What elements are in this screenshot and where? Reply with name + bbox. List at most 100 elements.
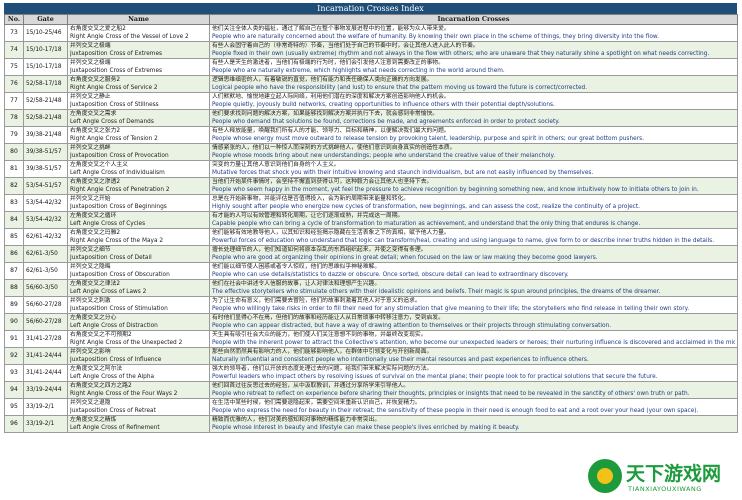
row-gate: 31/41-27/28 xyxy=(23,330,68,348)
row-name-zh: 左角度交叉之需求 xyxy=(70,111,117,117)
row-description-en: People who are good at organizing their … xyxy=(212,255,598,261)
row-name-en: Juxtaposition Cross of Retreat xyxy=(70,408,156,414)
row-name-cell: 右角度交叉之玛雅2 Right Angle Cross of the Maya 2 xyxy=(67,228,210,246)
table-row: 80 39/38-51/57 并列交叉之挑衅 Juxtaposition Cross … xyxy=(4,143,738,161)
row-name-cell: 并列交叉之退隐 Juxtaposition Cross of Retreat xyxy=(67,398,210,416)
row-description-cell: 有些人是天生的激进者，当他们有极端的行为时，他们会引发他人注意到需要改正的事物。… xyxy=(209,58,738,76)
row-description-cell: 他们要求找到问题的解决方案，如果能够找到解决方案并执行下去，就会感到非常愉快。 P… xyxy=(209,109,738,127)
row-gate: 53/54-51/57 xyxy=(23,177,68,195)
row-description-cell: 他们回首过往反思过去的经验，从中汲取教训，并通过分享所学来引导他人。 People… xyxy=(209,381,738,399)
row-name-en: Juxtaposition Cross of Extremes xyxy=(70,51,163,57)
row-description-zh: 擅长处理细节的人，他们知道如何将原本杂乱的东西组织起来，并使之变得有条理。 xyxy=(212,247,427,253)
row-description-zh: 天生具有吸引社会大众的能力，他们使人们关注意想不到的事物，并最终改变现实。 xyxy=(212,332,427,338)
row-description-cell: 他们在社会中讲述令人信服的故事，让人对律法和理想产生兴趣。 The effecti… xyxy=(209,279,738,297)
row-name-zh: 右角度交叉之爱之船2 xyxy=(70,26,126,32)
row-name-cell: 并列交叉之影响 Juxtaposition Cross of Influence xyxy=(67,347,210,365)
row-description-zh: 当他们开始某件事情时，会坚持不懈直到获得认可，这种毅力会让其他人也坚持下去。 xyxy=(212,179,433,185)
row-description-zh: 他们要求找到问题的解决方案，如果能够找到解决方案并执行下去，就会感到非常愉快。 xyxy=(212,111,439,117)
row-number: 74 xyxy=(4,41,24,59)
table-row: 92 31/41-24/44 并列交叉之影响 Juxtaposition Cross … xyxy=(4,347,738,365)
row-number: 89 xyxy=(4,296,24,314)
row-description-cell: 突变的力量让其他人意识到他们自身的个人主义。 Mutative forces th… xyxy=(209,160,738,178)
row-description-en: People who can appear distracted, but ha… xyxy=(212,323,612,329)
row-name-cell: 右角度交叉之张力2 Right Angle Cross of Tension 2 xyxy=(67,126,210,144)
row-gate: 15/10-17/18 xyxy=(23,41,68,59)
row-description-en: People whose interest in beauty and life… xyxy=(212,425,520,431)
row-name-zh: 左角度交叉之循环 xyxy=(70,213,117,219)
row-description-en: People who retreat to reflect on experie… xyxy=(212,391,690,397)
row-description-en: People who express the need for beauty i… xyxy=(212,408,699,414)
row-name-cell: 右角度交叉之爱之船2 Right Angle Cross of the Vesse… xyxy=(67,24,210,42)
row-gate: 53/54-42/32 xyxy=(23,194,68,212)
row-number: 79 xyxy=(4,126,24,144)
row-name-en: Left Angle Cross of Cycles xyxy=(70,221,146,227)
row-description-zh: 有时他们显得心不在焉，但他们的故事和经历能让人从日常琐事中转移注意力，受到启发。 xyxy=(212,315,444,321)
row-description-cell: 擅长处理细节的人，他们知道如何将原本杂乱的东西组织起来，并使之变得有条理。 Peo… xyxy=(209,245,738,263)
row-description-cell: 在生活中某些时候，他们需要退隐起来，需要空间来重新认识自己，并恢复精力。 Peop… xyxy=(209,398,738,416)
row-number: 91 xyxy=(4,330,24,348)
row-description-cell: 他们能以细节使人困惑或者令人惊叹，他们的思维似乎神秘难解。 People who … xyxy=(209,262,738,280)
table-row: 79 39/38-21/48 右角度交叉之张力2 Right Angle Cross … xyxy=(4,126,738,144)
column-header-gate: Gate xyxy=(23,14,68,25)
row-number: 84 xyxy=(4,211,24,229)
table-row: 82 53/54-51/57 右角度交叉之渗透2 Right Angle Cross … xyxy=(4,177,738,195)
table-row: 96 33/19-2/1 左角度交叉之精炼 Left Angle Cross of R… xyxy=(4,415,738,433)
row-gate: 33/19-2/1 xyxy=(23,398,68,416)
row-description-en: People quietly, joyously build networks,… xyxy=(212,102,555,108)
row-name-en: Juxtaposition Cross of Extremes xyxy=(70,68,163,74)
row-gate: 39/38-21/48 xyxy=(23,126,68,144)
row-number: 82 xyxy=(4,177,24,195)
row-name-en: Juxtaposition Cross of Obscuration xyxy=(70,272,170,278)
row-name-zh: 左角度交叉之个人主义 xyxy=(70,162,128,168)
row-name-cell: 并列交叉之静止 Juxtaposition Cross of Stillness xyxy=(67,92,210,110)
row-description-cell: 天生具有吸引社会大众的能力，他们使人们关注意想不到的事物，并最终改变现实。 Peo… xyxy=(209,330,738,348)
row-name-cell: 右角度交叉之四方之路2 Right Angle Cross of the Four… xyxy=(67,381,210,399)
row-name-cell: 右角度交叉之不可预期2 Right Angle Cross of the Unex… xyxy=(67,330,210,348)
row-description-zh: 他们能以细节使人困惑或者令人惊叹，他们的思维似乎神秘难解。 xyxy=(212,264,381,270)
row-description-en: People who are naturally extreme, which … xyxy=(212,68,505,74)
table-row: 86 62/61-3/50 并列交叉之细节 Juxtaposition Cross o… xyxy=(4,245,738,263)
row-description-en: Powerful leaders who impact others by re… xyxy=(212,374,658,380)
table-header-row: No. Gate Name Incarnation Crosses xyxy=(4,14,738,25)
row-name-en: Left Angle Cross of the Alpha xyxy=(70,374,155,380)
row-gate: 31/41-24/44 xyxy=(23,364,68,382)
row-name-en: Right Angle Cross of Penetration 2 xyxy=(70,187,170,193)
row-name-cell: 并列交叉之极端 Juxtaposition Cross of Extremes xyxy=(67,41,210,59)
row-description-cell: 有些人释放能量，唤醒我们所有人的才能、领导力、目标和精神，以便解决我们最大的问题… xyxy=(209,126,738,144)
row-name-cell: 并列交叉之隐晦 Juxtaposition Cross of Obscuratio… xyxy=(67,262,210,280)
row-description-cell: 精致而优雅的人，他们对美的感知和对事物的精炼能力非常突出。 People whos… xyxy=(209,415,738,433)
watermark-sub-text: TIANXIAYOUXIWANG xyxy=(628,485,702,493)
row-name-en: Right Angle Cross of Tension 2 xyxy=(70,136,158,142)
row-description-cell: 有才能的人可以有效管理和转化周期，让它们逐渐成熟，并完成这一周期。 Capable… xyxy=(209,211,738,229)
row-name-cell: 并列交叉之开始 Juxtaposition Cross of Beginnings xyxy=(67,194,210,212)
column-header-no: No. xyxy=(4,14,24,25)
row-name-en: Right Angle Cross of the Unexpected 2 xyxy=(70,340,183,346)
row-number: 80 xyxy=(4,143,24,161)
row-gate: 39/38-51/57 xyxy=(23,143,68,161)
row-name-en: Right Angle Cross of the Four Ways 2 xyxy=(70,391,178,397)
row-gate: 52/58-21/48 xyxy=(23,92,68,110)
row-number: 95 xyxy=(4,398,24,416)
row-number: 85 xyxy=(4,228,24,246)
row-name-zh: 右角度交叉之玛雅2 xyxy=(70,230,121,236)
row-description-cell: 逻辑思维缜密的人，有着敏锐的直觉，他们有能力和责任确保人类向正确的方向发展。 Lo… xyxy=(209,75,738,93)
row-name-zh: 右角度交叉之服务2 xyxy=(70,77,121,83)
row-name-cell: 左角度交叉之律法2 Left Angle Cross of Laws 2 xyxy=(67,279,210,297)
row-description-cell: 情感紧张的人，他们以一种惊人而深刻的方式挑衅他人，使他们意识到自身真实的创造性本… xyxy=(209,143,738,161)
row-name-zh: 右角度交叉之四方之路2 xyxy=(70,383,132,389)
row-description-en: People who can use details/statistics to… xyxy=(212,272,569,278)
row-description-cell: 有些人会固守着自己的（非常奇特的）节奏，当他们处于自己的节奏中时，会让其他人进入… xyxy=(209,41,738,59)
table-row: 93 31/41-24/44 左角度交叉之阿尔法 Left Angle Cross o… xyxy=(4,364,738,382)
row-name-en: Left Angle Cross of Distraction xyxy=(70,323,158,329)
row-number: 75 xyxy=(4,58,24,76)
row-name-en: Juxtaposition Cross of Stillness xyxy=(70,102,159,108)
row-gate: 53/54-42/32 xyxy=(23,211,68,229)
table-row: 75 15/10-17/18 并列交叉之极端 Juxtaposition Cross … xyxy=(4,58,738,76)
row-gate: 15/10-17/18 xyxy=(23,58,68,76)
row-description-zh: 那些自然而然具有影响力的人，他们能够影响他人，在群体中引领变化与开创新局面。 xyxy=(212,349,433,355)
row-name-en: Left Angle Cross of Individualism xyxy=(70,170,165,176)
row-description-zh: 人们默默地、愉悦地建立起人际网络，利用他们潜在的深度和解决方案创造影响他人的机会… xyxy=(212,94,450,100)
row-gate: 52/58-17/18 xyxy=(23,75,68,93)
row-description-zh: 突变的力量让其他人意识到他们自身的个人主义。 xyxy=(212,162,340,168)
row-name-cell: 左角度交叉之个人主义 Left Angle Cross of Individual… xyxy=(67,160,210,178)
